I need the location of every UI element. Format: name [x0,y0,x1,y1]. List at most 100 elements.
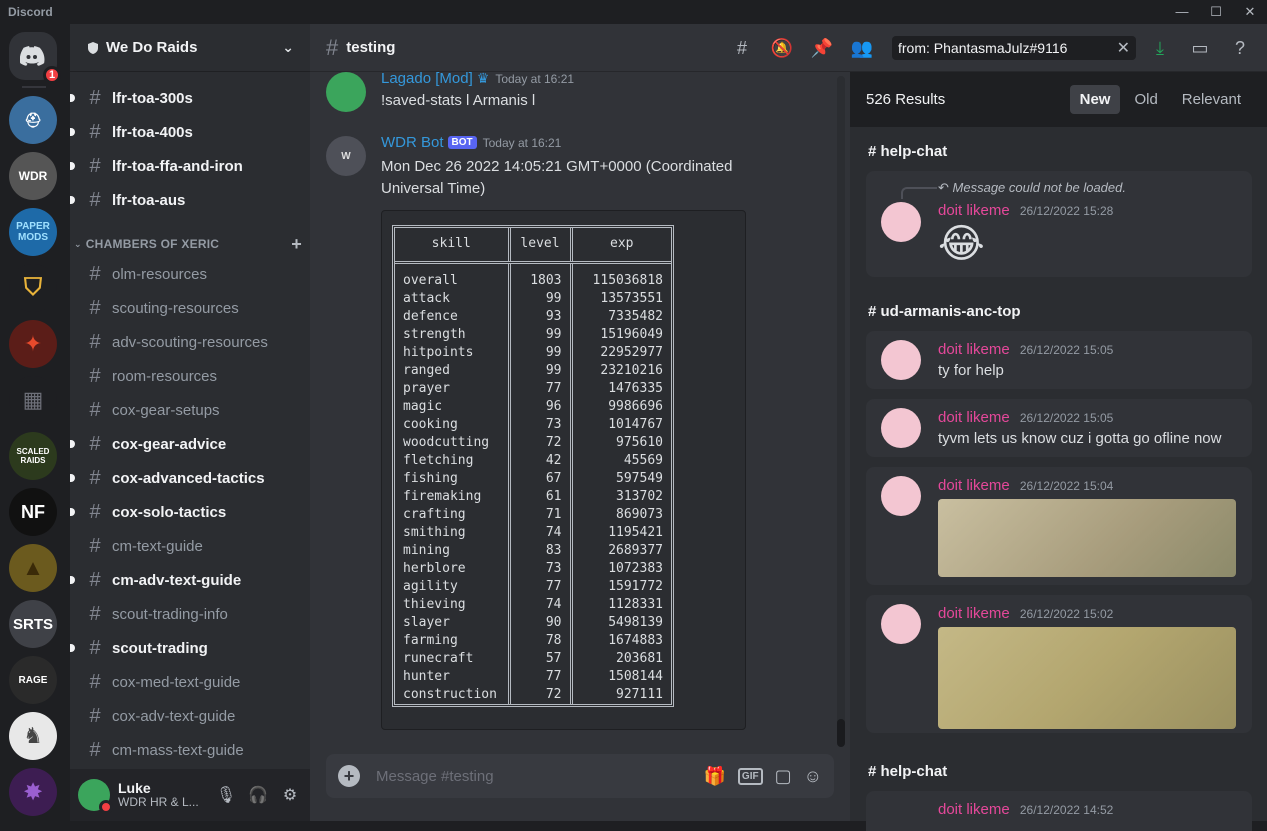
table-cell: 869073 [569,505,671,524]
screenshot-attachment[interactable] [938,499,1236,577]
result-channel-heading[interactable]: # ud-armanis-anc-top [868,303,1021,320]
help-icon[interactable]: ? [1228,38,1252,59]
channel-item[interactable]: # cm-mass-text-guide [78,734,302,766]
microphone-icon[interactable]: 🎙 [214,785,238,805]
category-header[interactable]: ⌄ CHAMBERS OF XERIC + [74,232,302,256]
avatar[interactable] [881,408,921,448]
avatar[interactable]: W [326,136,366,176]
gif-button[interactable]: GIF [737,767,763,785]
result-author[interactable]: doit likeme [938,477,1010,494]
server-icon-wdr[interactable]: WDR [9,152,57,200]
search-input[interactable]: from: PhantasmaJulz#9116 ✕ [892,36,1136,60]
server-icon-scaled-raids[interactable]: SCALED RAIDS [9,432,57,480]
server-icon-nf[interactable]: NF [9,488,57,536]
gift-icon[interactable]: 🎁 [704,766,726,787]
screenshot-attachment[interactable] [938,627,1236,729]
server-icon-knight[interactable]: ♞ [9,712,57,760]
members-icon[interactable]: 👥 [850,38,874,59]
message-input[interactable] [376,767,656,785]
message-composer: + 🎁 GIF ▢ ☺ [326,754,834,798]
pin-icon[interactable]: 📌 [810,38,834,59]
search-result[interactable]: doit likeme 26/12/2022 15:05 tyvm lets u… [866,399,1252,457]
headphones-icon[interactable]: 🎧 [246,785,270,805]
table-cell: hitpoints [403,344,474,360]
table-row: ranged 99 23210216 [395,361,671,380]
server-icon-pyramid[interactable]: ▲ [9,544,57,592]
search-result[interactable]: doit likeme 26/12/2022 14:52 [866,791,1252,831]
channel-item[interactable]: # cox-med-text-guide [78,666,302,698]
channel-item[interactable]: # cox-solo-tactics [70,496,302,528]
discord-home-icon[interactable]: 1 [9,32,61,84]
tab-new[interactable]: New [1069,85,1121,114]
result-author[interactable]: doit likeme [938,605,1010,622]
add-channel-icon[interactable]: + [291,234,302,255]
user-info[interactable]: Luke WDR HR & L... [118,780,199,810]
search-result[interactable]: doit likeme 26/12/2022 15:05 ty for help [866,331,1252,389]
channel-item[interactable]: # cm-adv-text-guide [70,564,302,596]
result-timestamp: 26/12/2022 14:52 [1019,803,1114,817]
table-row: prayer 77 1476335 [395,379,671,398]
minimize-icon[interactable]: — [1165,4,1199,20]
result-author[interactable]: doit likeme [938,202,1010,219]
tab-old[interactable]: Old [1124,85,1167,114]
result-author[interactable]: doit likeme [938,801,1010,818]
server-icon-pixel[interactable]: ▦ [9,376,57,424]
scrollbar-thumb[interactable] [837,719,845,747]
server-icon-paper-mods[interactable]: PAPER MODS [9,208,57,256]
channel-item[interactable]: # lfr-toa-aus [70,184,302,216]
channel-item[interactable]: # lfr-toa-ffa-and-iron [70,150,302,182]
avatar[interactable] [881,202,921,242]
avatar[interactable] [326,72,366,112]
channel-item[interactable]: # scout-trading-info [78,598,302,630]
result-channel-heading[interactable]: # help-chat [868,143,947,160]
server-icon-rage[interactable]: RAGE [9,656,57,704]
close-window-icon[interactable]: ✕ [1233,4,1267,20]
message-author[interactable]: WDR Bot [381,134,444,151]
emoji-icon[interactable]: ☺ [804,766,822,787]
channel-item[interactable]: # scout-trading [70,632,302,664]
channel-item[interactable]: # room-resources [78,360,302,392]
channel-item[interactable]: # olm-resources [78,258,302,290]
avatar[interactable] [881,604,921,644]
chevron-down-icon[interactable]: ⌄ [282,39,294,56]
avatar[interactable] [881,340,921,380]
inbox-icon[interactable]: ▭ [1188,38,1212,59]
result-channel-heading[interactable]: # help-chat [868,763,947,780]
server-icon-helmet[interactable]: ⛑ [9,96,57,144]
search-result[interactable]: doit likeme 26/12/2022 15:04 [866,467,1252,585]
clear-search-icon[interactable]: ✕ [1117,38,1130,58]
add-attachment-icon[interactable]: + [338,765,360,787]
channel-item[interactable]: # lfr-toa-300s [70,82,302,114]
result-author[interactable]: doit likeme [938,341,1010,358]
search-result[interactable]: ↶ Message could not be loaded. doit like… [866,171,1252,277]
channel-item[interactable]: # cox-gear-advice [70,428,302,460]
server-header[interactable]: We Do Raids ⌄ [70,24,310,72]
gear-icon[interactable]: ⚙ [278,785,302,805]
server-icon-dragon[interactable]: ✦ [9,320,57,368]
channel-item[interactable]: # cox-advanced-tactics [70,462,302,494]
channel-item[interactable]: # lfr-toa-400s [70,116,302,148]
avatar[interactable] [881,476,921,516]
table-cell: 313702 [569,487,671,506]
search-result[interactable]: doit likeme 26/12/2022 15:02 [866,595,1252,733]
sticker-icon[interactable]: ▢ [775,766,792,787]
threads-icon[interactable]: # [730,38,754,59]
server-icon-purple-emblem[interactable]: ✸ [9,768,57,816]
notification-mute-icon[interactable]: 🔕 [770,38,794,59]
message-author[interactable]: Lagado [Mod] [381,70,473,87]
table-row: construction 72 927111 [395,685,671,704]
server-icon-srts[interactable]: SRTS [9,600,57,648]
table-cell: 77 [507,667,571,686]
avatar[interactable] [78,779,113,814]
tab-relevant[interactable]: Relevant [1172,85,1251,114]
download-icon[interactable]: ⤓ [1148,38,1172,59]
maximize-icon[interactable]: ☐ [1199,4,1233,20]
channel-item[interactable]: # cox-gear-setups [78,394,302,426]
server-icon-helm[interactable]: ⛉ [9,264,57,312]
channel-item[interactable]: # adv-scouting-resources [78,326,302,358]
result-author[interactable]: doit likeme [938,409,1010,426]
channel-item[interactable]: # cox-adv-text-guide [78,700,302,732]
channel-item[interactable]: # scouting-resources [78,292,302,324]
scrollbar-track[interactable] [837,76,845,746]
channel-item[interactable]: # cm-text-guide [78,530,302,562]
